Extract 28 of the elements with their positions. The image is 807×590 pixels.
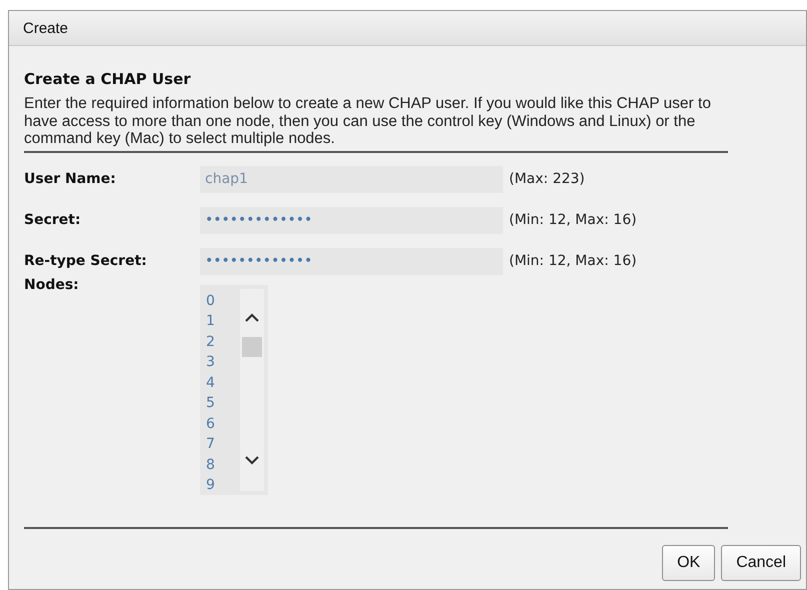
field-label: Nodes: [24, 276, 80, 292]
list-item[interactable]: 6 [206, 414, 230, 434]
description-text: Enter the required information below to create a new CHAP user. If you would like this CHAP user to have access to more than one node, then you can use the control key (Windows and Linux) or the command key (Mac) to select multiple nodes. [24, 95, 728, 152]
field-hint: (Min: 12, Max: 16) [509, 253, 637, 269]
input-field[interactable]: ••••••••••••• [200, 248, 503, 274]
scroll-down-icon[interactable] [244, 454, 260, 464]
field-label: User Name: [24, 171, 117, 187]
list-item[interactable]: 9 [206, 475, 230, 496]
ok-button[interactable]: OK [662, 545, 716, 581]
list-item[interactable]: 8 [206, 454, 230, 475]
field-hint: (Max: 223) [509, 171, 585, 187]
list-item[interactable]: 3 [206, 352, 230, 372]
list-item[interactable]: 1 [206, 311, 230, 332]
input-field[interactable]: ••••••••••••• [200, 206, 503, 234]
scroll-up-icon[interactable] [244, 312, 260, 322]
nodes-listbox[interactable]: 0 1 2 3 4 5 6 7 8 9 [200, 284, 268, 494]
list-item[interactable]: 4 [206, 372, 230, 393]
scroll-thumb[interactable] [242, 336, 262, 356]
field-hint: (Min: 12, Max: 16) [509, 212, 637, 228]
list-item[interactable]: 5 [206, 393, 230, 414]
field-label: Re-type Secret: [24, 253, 148, 269]
section-heading: Create a CHAP User [24, 70, 192, 88]
list-item[interactable]: 0 [206, 290, 230, 311]
cancel-button[interactable]: Cancel [721, 545, 801, 581]
list-item[interactable]: 2 [206, 332, 230, 352]
list-item[interactable]: 7 [206, 434, 230, 454]
input-field[interactable]: chap1 [200, 166, 503, 192]
field-label: Secret: [24, 212, 82, 228]
